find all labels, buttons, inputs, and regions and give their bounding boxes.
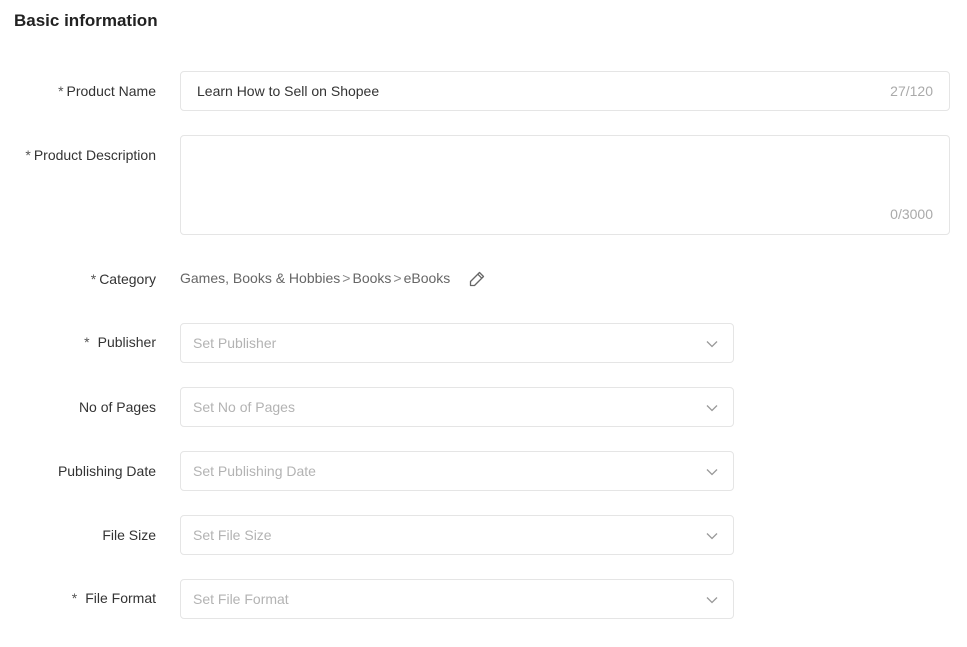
product-description-label: * Product Description (25, 147, 156, 163)
publishing-date-label: Publishing Date (57, 463, 156, 479)
product-name-value: Learn How to Sell on Shopee (197, 83, 380, 99)
no-of-pages-placeholder: Set No of Pages (193, 399, 295, 415)
publisher-label: * Publisher (84, 334, 156, 350)
no-of-pages-select[interactable]: Set No of Pages (180, 387, 734, 427)
file-size-label: File Size (102, 527, 156, 543)
file-format-select[interactable]: Set File Format (180, 579, 734, 619)
required-asterisk: * (84, 334, 90, 350)
chevron-down-icon (706, 341, 718, 348)
file-size-select[interactable]: Set File Size (180, 515, 734, 555)
publishing-date-placeholder: Set Publishing Date (193, 463, 316, 479)
required-asterisk: * (25, 147, 31, 163)
category-path: Games, Books & Hobbies > Books > eBooks (180, 268, 486, 288)
category-level-3: eBooks (403, 270, 451, 286)
product-name-label: * Product Name (58, 83, 156, 99)
required-asterisk: * (71, 590, 78, 606)
chevron-down-icon (706, 405, 718, 412)
pencil-icon[interactable] (468, 270, 486, 288)
file-format-placeholder: Set File Format (193, 591, 289, 607)
chevron-down-icon (706, 597, 718, 604)
no-of-pages-label: No of Pages (78, 399, 156, 415)
product-name-input[interactable]: Learn How to Sell on Shopee 27/120 (180, 71, 950, 111)
chevron-down-icon (706, 469, 718, 476)
category-level-2: Books (352, 270, 392, 286)
product-description-textarea[interactable]: 0/3000 (180, 135, 950, 235)
publishing-date-select[interactable]: Set Publishing Date (180, 451, 734, 491)
section-title: Basic information (14, 11, 158, 30)
publisher-select[interactable]: Set Publisher (180, 323, 734, 363)
product-description-counter: 0/3000 (890, 206, 933, 222)
publisher-placeholder: Set Publisher (193, 335, 277, 351)
chevron-down-icon (706, 533, 718, 540)
product-name-counter: 27/120 (890, 83, 933, 99)
category-label: * Category (90, 271, 156, 287)
category-separator: > (393, 270, 402, 286)
file-size-placeholder: Set File Size (193, 527, 272, 543)
required-asterisk: * (58, 83, 64, 99)
required-asterisk: * (90, 271, 97, 287)
category-separator: > (342, 270, 351, 286)
file-format-label: * File Format (71, 590, 156, 606)
category-level-1: Games, Books & Hobbies (180, 270, 341, 286)
